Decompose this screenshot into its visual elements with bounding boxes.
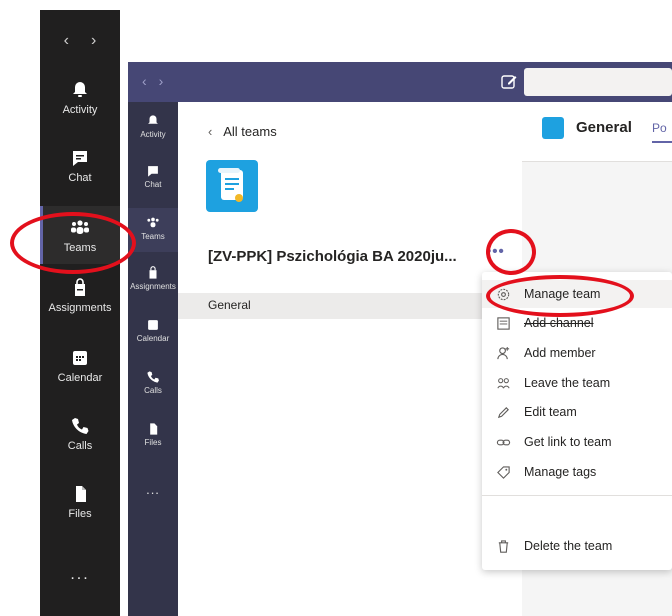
phone-icon: [72, 418, 89, 434]
menu-item-label: Add member: [524, 346, 596, 360]
outer-rail-label: Chat: [68, 172, 92, 184]
phone-icon: [147, 371, 159, 383]
channel-header: General Po: [522, 102, 672, 162]
team-avatar: [206, 160, 258, 212]
menu-item-leave-team[interactable]: Leave the team: [482, 369, 672, 397]
outer-rail-calendar[interactable]: Calendar: [40, 348, 120, 384]
team-small-icon: [542, 117, 564, 139]
pencil-icon: [497, 407, 509, 419]
outer-rail-assignments[interactable]: Assignments: [40, 278, 120, 314]
bell-icon: [148, 115, 158, 124]
assignments-icon: [149, 266, 157, 279]
menu-item-add-member[interactable]: Add member: [482, 339, 672, 367]
chevron-left-icon: ‹: [208, 124, 213, 139]
menu-item-delete-team[interactable]: Delete the team: [482, 532, 672, 560]
menu-item-edit-team[interactable]: Edit team: [482, 398, 672, 426]
inner-rail-calendar[interactable]: Calendar: [128, 318, 178, 343]
menu-item-get-link[interactable]: Get link to team: [482, 428, 672, 456]
menu-divider: [482, 495, 672, 496]
leave-icon: [497, 378, 510, 389]
chat-icon: [148, 166, 158, 177]
outer-rail-label: Files: [68, 508, 92, 520]
outer-rail-label: Calls: [67, 440, 93, 452]
menu-item-manage-tags[interactable]: Manage tags: [482, 458, 672, 486]
assignments-icon: [75, 278, 85, 296]
compose-icon[interactable]: [500, 73, 518, 91]
file-icon: [76, 486, 86, 502]
annotation-circle-manage-team: [486, 275, 634, 317]
menu-item-label: Edit team: [524, 405, 577, 419]
channel-item-general[interactable]: General: [178, 293, 522, 319]
annotation-circle-more-options: [486, 229, 536, 275]
inner-rail-label: Calendar: [136, 334, 170, 343]
add-channel-icon: [497, 317, 510, 330]
inner-app-bar: Activity Chat Teams Assignments Calendar…: [128, 102, 178, 616]
outer-rail-label: Calendar: [57, 372, 103, 384]
menu-item-label: Get link to team: [524, 435, 612, 449]
search-input[interactable]: [524, 68, 672, 96]
menu-item-label: Add channel: [524, 316, 594, 330]
inner-rail-label: Teams: [141, 232, 165, 241]
menu-item-label: Delete the team: [524, 539, 613, 553]
back-arrow-icon[interactable]: ‹: [64, 32, 69, 50]
tag-icon: [497, 466, 510, 479]
channel-label: General: [208, 298, 251, 312]
team-panel: ‹ All teams [ZV-PPK] Pszichológia BA 202…: [178, 102, 522, 616]
inner-rail-chat[interactable]: Chat: [128, 164, 178, 189]
inner-rail-activity[interactable]: Activity: [128, 114, 178, 139]
annotation-circle-teams: [10, 212, 136, 274]
scroll-icon: [218, 168, 243, 202]
menu-item-label: Manage tags: [524, 465, 597, 479]
outer-rail-chat[interactable]: Chat: [40, 148, 120, 184]
add-member-icon: [497, 346, 510, 360]
outer-rail-files[interactable]: Files: [40, 484, 120, 520]
title-nav-arrows[interactable]: ‹›: [142, 73, 175, 89]
inner-rail-assignments[interactable]: Assignments: [128, 266, 178, 291]
outer-rail-more[interactable]: ...: [40, 566, 120, 584]
inner-rail-label: Chat: [144, 180, 162, 189]
calendar-icon: [73, 351, 87, 365]
menu-item-label: Leave the team: [524, 376, 611, 390]
inner-rail-files[interactable]: Files: [128, 422, 178, 447]
teams-icon: [147, 217, 159, 228]
channel-title: General: [576, 119, 632, 136]
calendar-icon: [148, 320, 158, 330]
outer-rail-calls[interactable]: Calls: [40, 416, 120, 452]
outer-app-bar: ‹ › Activity Chat Teams Assignments Cale…: [40, 10, 120, 616]
screenshot: ‹ › Activity Chat Teams Assignments Cale…: [0, 0, 672, 616]
outer-rail-label: Activity: [62, 104, 98, 116]
outer-rail-label: Assignments: [48, 302, 112, 314]
team-name: [ZV-PPK] Pszichológia BA 2020ju...: [208, 248, 457, 265]
inner-rail-label: Assignments: [130, 282, 176, 291]
inner-rail-label: Calls: [144, 386, 162, 395]
all-teams-label: All teams: [223, 124, 277, 139]
more-icon: ...: [70, 566, 90, 583]
forward-arrow-icon[interactable]: ›: [91, 32, 96, 50]
inner-rail-label: Files: [144, 438, 162, 447]
link-icon: [496, 439, 511, 446]
inner-rail-label: Activity: [140, 130, 166, 139]
inner-rail-calls[interactable]: Calls: [128, 370, 178, 395]
more-icon: ...: [146, 482, 160, 497]
inner-rail-more[interactable]: ...: [128, 482, 178, 497]
outer-rail-activity[interactable]: Activity: [40, 80, 120, 116]
trash-icon: [498, 540, 509, 553]
chat-icon: [73, 151, 87, 166]
all-teams-link[interactable]: ‹ All teams: [208, 124, 277, 139]
outer-nav-arrows: ‹ ›: [40, 32, 120, 50]
title-bar: ‹›: [128, 62, 672, 102]
file-icon: [150, 423, 158, 435]
tab-posts[interactable]: Po: [652, 121, 672, 143]
team-context-menu: Manage team Add channel Add member Leave…: [482, 272, 672, 570]
bell-icon: [73, 82, 87, 97]
